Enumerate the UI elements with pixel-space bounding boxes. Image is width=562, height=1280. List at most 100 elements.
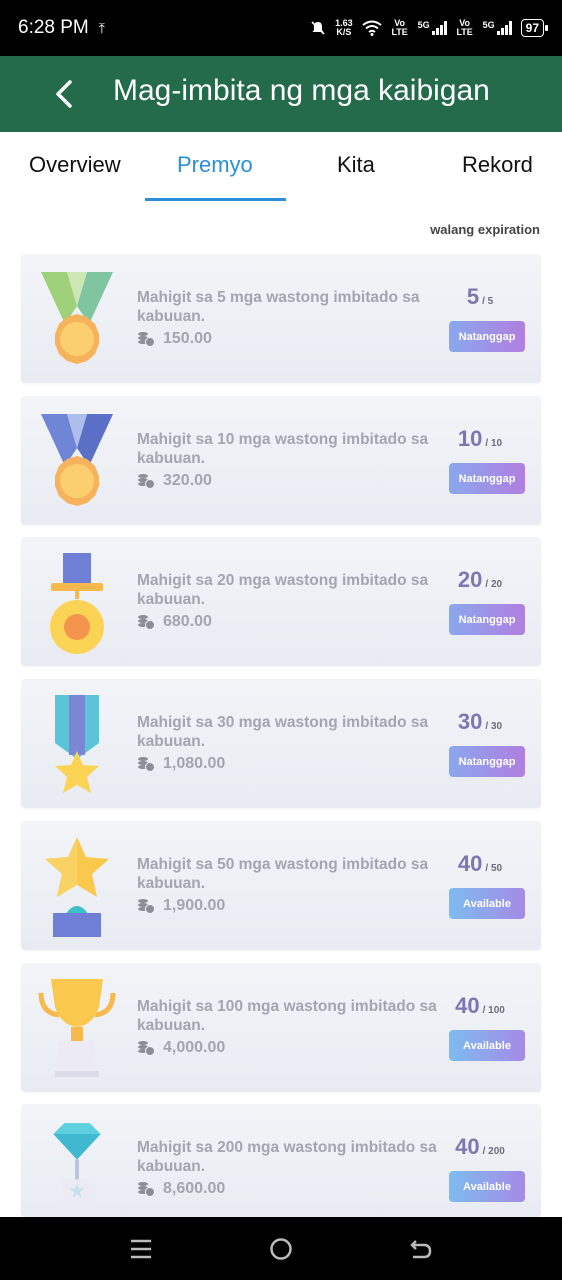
back-icon[interactable] [407,1235,435,1263]
system-nav-bar [0,1217,562,1280]
reward-amount: 150.00 [137,330,212,348]
signal-icon-1 [431,21,447,35]
received-button[interactable]: Natanggap [449,321,525,352]
reward-card: Mahigit sa 200 mga wastong imbitado sa k… [21,1104,541,1217]
tab-rekord[interactable]: Rekord [462,152,533,178]
menu-icon[interactable] [127,1235,155,1263]
clock: 6:28 PM [18,17,89,38]
reward-amount: 8,600.00 [137,1180,225,1198]
coins-icon [138,899,155,914]
reward-card: Mahigit sa 5 mga wastong imbitado sa kab… [21,254,541,383]
coins-icon [138,1182,155,1197]
mute-icon [311,21,325,35]
reward-card: Mahigit sa 10 mga wastong imbitado sa ka… [21,396,541,525]
reward-amount-value: 1,080.00 [163,755,226,772]
battery-level: 97 [525,21,539,35]
battery-icon: 97 [520,19,549,37]
reward-description: Mahigit sa 100 mga wastong imbitado sa k… [137,998,437,1034]
invite-progress: 40/ 200 [435,1134,525,1160]
active-tab-indicator [145,198,286,201]
home-icon[interactable] [267,1235,295,1263]
progress-total: / 100 [482,1005,505,1016]
expiry-note: walang expiration [430,222,540,237]
blue-medal-icon [41,414,113,506]
progress-current: 40 [457,851,483,876]
progress-total: / 200 [482,1146,505,1157]
reward-description: Mahigit sa 5 mga wastong imbitado sa kab… [137,289,420,325]
reward-description: Mahigit sa 20 mga wastong imbitado sa ka… [137,572,429,608]
progress-current: 10 [457,426,483,451]
progress-current: 40 [455,1134,480,1159]
reward-description: Mahigit sa 30 mga wastong imbitado sa ka… [137,714,429,750]
progress-current: 5 [466,284,480,309]
reward-description: Mahigit sa 50 mga wastong imbitado sa ka… [137,856,429,892]
progress-current: 30 [457,709,483,734]
progress-total: / 5 [482,296,494,307]
available-button[interactable]: Available [449,1171,525,1202]
received-button[interactable]: Natanggap [449,746,525,777]
signal-icon-2 [496,21,512,35]
reward-amount: 1,080.00 [137,755,225,773]
reward-amount-value: 320.00 [163,472,212,489]
gold-medal-icon [50,553,104,654]
star-trophy-icon [45,837,109,937]
tab-kita[interactable]: Kita [337,152,375,178]
coins-icon [138,757,155,772]
invite-progress: 40/ 50 [435,851,525,877]
reward-description: Mahigit sa 200 mga wastong imbitado sa k… [137,1139,437,1175]
reward-amount: 680.00 [137,613,212,631]
back-arrow-icon[interactable] [50,78,80,110]
reward-card: Mahigit sa 50 mga wastong imbitado sa ka… [21,821,541,950]
status-bar: 6:28 PM ⤒ 1.63 K/S Vo LTE 5G Vo LTE 5G 9… [0,0,562,56]
received-button[interactable]: Natanggap [449,604,525,635]
progress-total: / 50 [485,863,503,874]
upload-icon: ⤒ [98,19,105,36]
app-header: Mag-imbita ng mga kaibigan [0,56,562,132]
coins-icon [138,332,155,347]
reward-amount-value: 1,900.00 [163,897,226,914]
reward-amount-value: 8,600.00 [163,1180,226,1197]
reward-card: Mahigit sa 100 mga wastong imbitado sa k… [21,963,541,1092]
network-speed: 1.63 K/S [335,19,353,37]
network-type-1: 5G [417,20,430,30]
coins-icon [138,1041,155,1056]
available-button[interactable]: Available [449,1030,525,1061]
invite-progress: 40/ 100 [435,993,525,1019]
speed-unit: K/S [336,27,352,37]
invite-progress: 30/ 30 [435,709,525,735]
wifi-icon [361,20,382,36]
reward-amount: 4,000.00 [137,1039,225,1057]
reward-amount: 1,900.00 [137,897,225,915]
available-button[interactable]: Available [449,888,525,919]
reward-amount-value: 4,000.00 [163,1039,226,1056]
reward-amount: 320.00 [137,472,212,490]
coins-icon [138,474,155,489]
volte-badge-2: Vo LTE [456,18,473,37]
star-ribbon-medal-icon [55,695,99,793]
reward-amount-value: 680.00 [163,613,212,630]
gold-cup-icon [38,979,116,1077]
reward-card: Mahigit sa 20 mga wastong imbitado sa ka… [21,537,541,666]
status-icons: 1.63 K/S Vo LTE 5G Vo LTE 5G 97 [310,18,549,37]
received-button[interactable]: Natanggap [449,463,525,494]
invite-progress: 5/ 5 [435,284,525,310]
diamond-trophy-icon [53,1123,101,1207]
progress-total: / 10 [485,438,503,449]
page-title: Mag-imbita ng mga kaibigan [113,74,490,107]
tab-overview[interactable]: Overview [29,152,121,178]
coins-icon [138,615,155,630]
network-type-2: 5G [482,20,495,30]
progress-total: / 20 [485,579,503,590]
reward-description: Mahigit sa 10 mga wastong imbitado sa ka… [137,431,429,467]
tab-premyo[interactable]: Premyo [177,152,253,178]
reward-amount-value: 150.00 [163,330,212,347]
invite-progress: 10/ 10 [435,426,525,452]
volte-badge-1: Vo LTE [391,18,408,37]
tab-bar: Overview Premyo Kita Rekord [0,132,562,202]
progress-total: / 30 [485,721,503,732]
invite-progress: 20/ 20 [435,567,525,593]
reward-card: Mahigit sa 30 mga wastong imbitado sa ka… [21,679,541,808]
green-medal-icon [41,272,113,364]
progress-current: 40 [455,993,480,1018]
progress-current: 20 [457,567,483,592]
